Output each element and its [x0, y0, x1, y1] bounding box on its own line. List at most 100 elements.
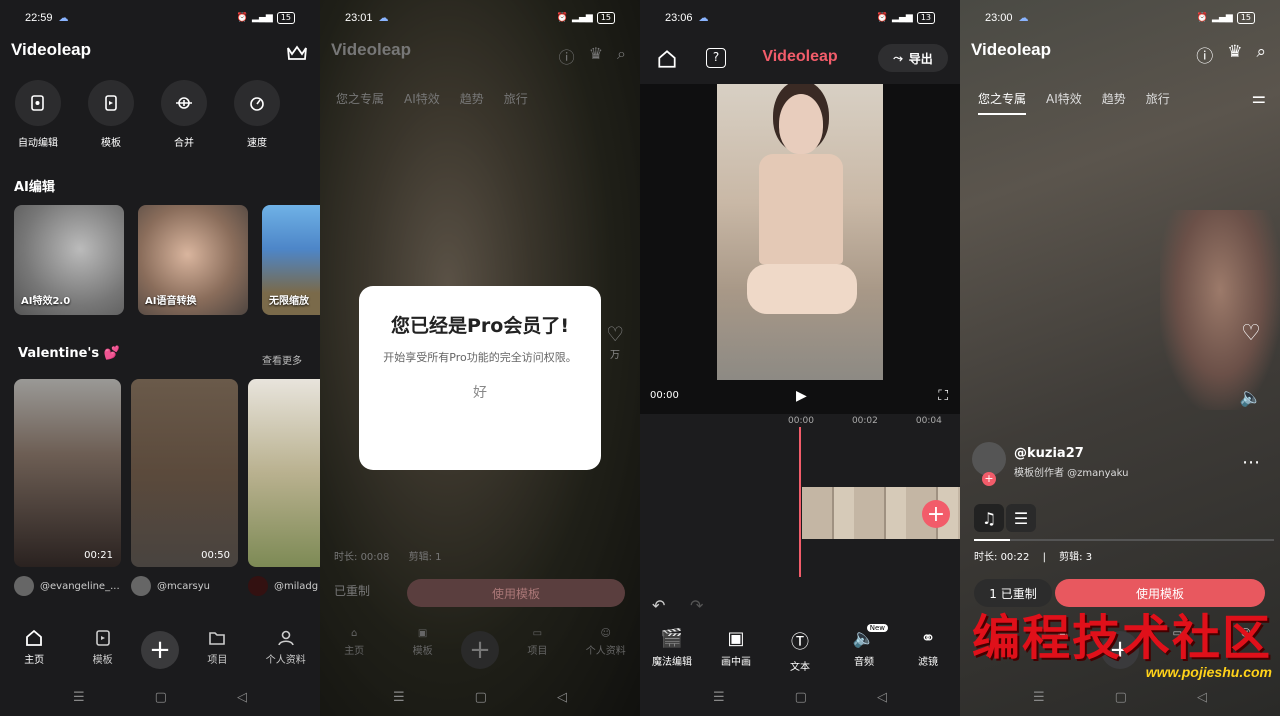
video-card[interactable]: 00:50 — [131, 379, 238, 567]
back-icon[interactable]: ◁ — [237, 690, 247, 705]
menu-icon[interactable]: ☰ — [713, 690, 725, 705]
video-author[interactable]: @evangeline_... — [14, 576, 121, 596]
heart-icon[interactable]: ♡ — [1236, 318, 1266, 348]
create-button[interactable]: + — [460, 631, 499, 669]
adjust-icon[interactable]: ☰ — [1006, 504, 1036, 532]
back-icon[interactable]: ◁ — [877, 690, 887, 705]
tab-for-you[interactable]: 您之专属 — [336, 90, 384, 107]
home-square-icon[interactable]: ▢ — [1115, 690, 1127, 705]
search-icon[interactable]: ⌕ — [617, 44, 626, 68]
plus-icon: + — [149, 635, 171, 665]
home-square-icon[interactable]: ▢ — [795, 690, 807, 705]
template-icon: ▣ — [417, 628, 428, 639]
music-note-icon[interactable]: ♫ — [974, 504, 1004, 532]
back-icon[interactable]: ◁ — [1197, 690, 1207, 705]
username[interactable]: @kuzia27 — [1014, 446, 1084, 461]
tab-ai-effects[interactable]: AI特效 — [1046, 90, 1082, 115]
tab-projects[interactable]: 项目 — [187, 628, 247, 666]
redo-icon[interactable]: ↷ — [690, 596, 703, 615]
speaker-icon[interactable]: 🔈 — [1236, 382, 1266, 412]
tab-for-you[interactable]: 您之专属 — [978, 90, 1027, 115]
avatar[interactable] — [972, 442, 1006, 476]
undo-icon[interactable]: ↶ — [652, 596, 665, 615]
see-more-link[interactable]: 查看更多 — [262, 352, 302, 367]
pip-icon: ▣ — [727, 628, 745, 649]
avatar — [14, 576, 34, 596]
tab-templates[interactable]: ▣ 模板 — [393, 628, 453, 657]
ai-card[interactable]: AI语音转换 — [138, 205, 248, 315]
export-button[interactable]: ⤳ 导出 — [878, 44, 948, 72]
tab-profile[interactable]: ☺ 个人资料 — [576, 628, 636, 657]
use-template-button[interactable]: 使用模板 — [407, 579, 625, 607]
video-card-row: 00:21 00:50 — [14, 379, 320, 567]
tab-profile[interactable]: 个人资料 — [256, 628, 316, 666]
fullscreen-icon[interactable]: ⛶ — [938, 388, 948, 404]
duration-label: 时长: — [974, 552, 998, 563]
tool-label: 自动编辑 — [18, 138, 58, 149]
video-preview: 00:00 ▶ ⛶ — [640, 84, 960, 414]
system-nav-bar: ☰ ▢ ◁ — [0, 678, 320, 716]
use-template-button[interactable]: 使用模板 — [1055, 579, 1265, 607]
add-clip-button[interactable]: + — [922, 500, 950, 528]
tab-projects[interactable]: ▭ 项目 — [507, 628, 567, 657]
tab-ai-effects[interactable]: AI特效 — [404, 90, 440, 107]
tool-label: 魔法编辑 — [652, 657, 692, 668]
video-author[interactable]: @mcarsyu — [131, 576, 238, 596]
back-icon[interactable]: ◁ — [557, 690, 567, 705]
ai-card[interactable]: 无限缩放 — [262, 205, 320, 315]
tab-trending[interactable]: 趋势 — [1102, 90, 1126, 115]
crown-icon[interactable]: ♛ — [589, 44, 603, 68]
home-square-icon[interactable]: ▢ — [155, 690, 167, 705]
tab-travel[interactable]: 旅行 — [504, 90, 528, 107]
text-tool[interactable]: Ⓣ 文本 — [768, 628, 832, 673]
ai-card[interactable]: AI特效2.0 — [14, 205, 124, 315]
playhead[interactable] — [799, 427, 801, 577]
follow-plus-icon[interactable]: + — [982, 472, 996, 486]
remix-button[interactable]: 1 已重制 — [974, 579, 1052, 607]
more-icon[interactable]: ⋯ — [1236, 447, 1266, 477]
speed-button[interactable]: 速度 — [233, 80, 281, 149]
new-badge: New — [866, 624, 888, 632]
tab-templates[interactable]: 模板 — [73, 628, 133, 666]
system-nav-bar: ☰ ▢ ◁ — [320, 678, 640, 716]
pip-tool[interactable]: ▣ 画中画 — [704, 628, 768, 673]
remix-button[interactable]: 已重制 — [334, 582, 404, 599]
author-name: @evangeline_... — [40, 580, 120, 592]
menu-icon[interactable]: ☰ — [1033, 690, 1045, 705]
progress-track[interactable] — [974, 539, 1274, 541]
tab-label: 项目 — [527, 646, 548, 657]
audio-tool[interactable]: New 🔈 音频 — [832, 624, 896, 673]
create-button[interactable]: + — [140, 631, 179, 669]
video-card[interactable]: 00:21 — [14, 379, 121, 567]
crown-icon[interactable]: ♛ — [1227, 42, 1242, 67]
crown-icon[interactable] — [286, 44, 308, 66]
merge-icon — [176, 97, 192, 109]
battery-indicator: 13 — [916, 12, 935, 24]
status-time: 23:01 — [345, 12, 373, 24]
search-icon[interactable]: ⌕ — [1256, 42, 1266, 67]
template-button[interactable]: 模板 — [87, 80, 135, 149]
auto-edit-button[interactable]: 自动编辑 — [14, 80, 62, 149]
heart-icon[interactable]: ♡ — [606, 322, 624, 346]
video-author[interactable]: @miladg — [248, 576, 320, 596]
menu-icon[interactable]: ☰ — [393, 690, 405, 705]
tab-home[interactable]: 主页 — [4, 628, 64, 666]
tab-trending[interactable]: 趋势 — [460, 90, 484, 107]
tab-label: 个人资料 — [265, 655, 306, 666]
merge-button[interactable]: 合并 — [160, 80, 208, 149]
tab-travel[interactable]: 旅行 — [1146, 90, 1170, 115]
menu-icon[interactable]: ☰ — [73, 690, 85, 705]
help-icon[interactable]: ⓘ — [559, 44, 575, 68]
play-button[interactable]: ▶ — [796, 388, 807, 404]
template-icon — [95, 630, 110, 646]
ok-button[interactable]: 好 — [377, 382, 583, 402]
tab-home[interactable]: ⌂ 主页 — [324, 628, 384, 657]
filter-tool[interactable]: ⚭ 滤镜 — [896, 628, 960, 673]
home-square-icon[interactable]: ▢ — [475, 690, 487, 705]
help-icon[interactable]: ⓘ — [1196, 42, 1213, 67]
filter-sliders-icon[interactable]: ⚌ — [1252, 88, 1266, 107]
dialog-body: 开始享受所有Pro功能的完全访问权限。 — [383, 351, 577, 364]
preview-frame — [717, 84, 883, 380]
video-card[interactable] — [248, 379, 320, 567]
magic-edit-tool[interactable]: 🎬 魔法编辑 — [640, 628, 704, 673]
